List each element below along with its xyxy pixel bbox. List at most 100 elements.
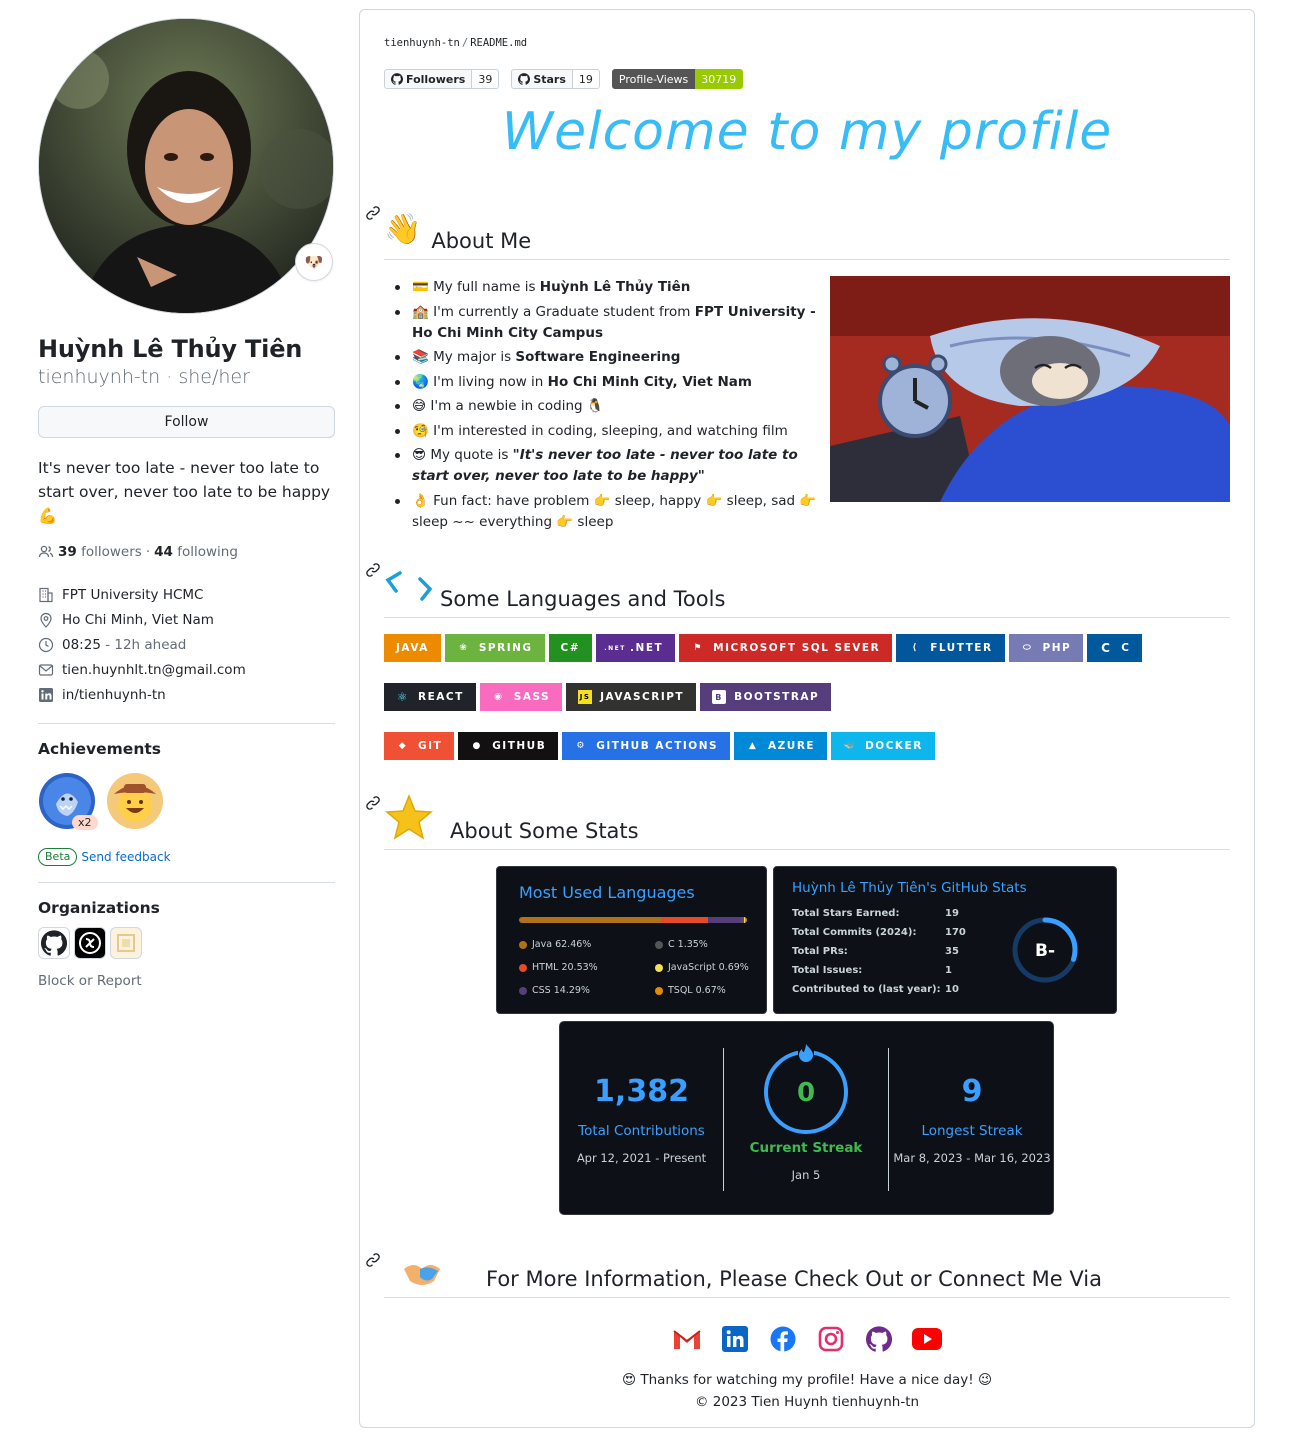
readme-card: tienhuynh-tn / README.md Followers 39 Star… [359, 9, 1255, 1428]
status-emoji[interactable]: 🐶 [295, 243, 333, 281]
achievement-cowboy-badge[interactable] [106, 772, 164, 830]
link-icon[interactable] [365, 795, 381, 811]
following-link[interactable]: 44 following [154, 544, 238, 560]
thanks-message: 😍 Thanks for watching my profile! Have a… [621, 1372, 993, 1388]
badge-flutter: ⟨ FLUTTER [896, 634, 1005, 662]
org-github-avatar[interactable] [38, 927, 70, 959]
tech-badges-row-1: JAVA ❀ SPRING C# .NET .NET ⚑ MICROSOFT SQL … [384, 634, 1143, 662]
list-item: 😎 My quote is "It's never too late - nev… [384, 445, 829, 487]
tech-badges-row-3: ◆ GIT ● GITHUB ⚙ GITHUB ACTIONS ▲ AZURE 🐳 DOC… [384, 732, 935, 760]
badge-git: ◆ GIT [384, 732, 455, 760]
list-item: 👌 Fun fact: have problem 👉 sleep, happy … [384, 491, 829, 533]
mail-icon [38, 663, 54, 676]
github-stats-card: Huỳnh Lê Thủy Tiên's GitHub Stats Total … [773, 866, 1117, 1014]
readme-path: tienhuynh-tn / README.md [384, 37, 528, 49]
list-item: 😅 I'm a newbie in coding 🐧 [384, 396, 829, 417]
badge-azure: ▲ AZURE [734, 732, 828, 760]
linkedin-icon[interactable] [717, 1324, 753, 1354]
profile-bio: It's never too late - never too late to … [38, 459, 331, 525]
organization-list [38, 927, 335, 959]
block-report-link[interactable]: Block or Report [38, 973, 335, 989]
email-item[interactable]: tien.huynhlt.tn@gmail.com [38, 657, 335, 682]
github-actions-icon: ⚙ [576, 741, 586, 751]
about-me-heading: 👋 About Me [384, 200, 1230, 260]
language-entry: JavaScript 0.69% [655, 962, 749, 973]
org-dotnet-avatar[interactable] [74, 927, 106, 959]
language-entry: CSS 14.29% [519, 985, 590, 996]
sidebar-divider-2 [38, 882, 335, 883]
linkedin-link[interactable]: in/tienhuynh-tn [62, 687, 166, 703]
instagram-icon[interactable] [813, 1324, 849, 1354]
gmail-icon[interactable] [669, 1324, 705, 1354]
github-icon [518, 73, 531, 85]
stat-row: Total Commits (2024): 170 [792, 927, 966, 938]
followers-link[interactable]: 39 followers [58, 544, 142, 560]
email-link[interactable]: tien.huynhlt.tn@gmail.com [62, 662, 246, 678]
about-list: 💳 My full name is Huỳnh Lê Thủy Tiên 🏫 I… [384, 277, 829, 536]
stars-shield[interactable]: Stars 19 [511, 69, 600, 89]
github-icon[interactable] [861, 1324, 897, 1354]
achievement-multiplier: x2 [72, 815, 98, 830]
badge-github: ● GITHUB [458, 732, 559, 760]
flutter-icon: ⟨ [912, 643, 918, 653]
avatar[interactable] [38, 18, 334, 314]
beta-label: Beta [38, 848, 78, 866]
followers-shield[interactable]: Followers 39 [384, 69, 500, 89]
profile-sidebar: 🐶 Huỳnh Lê Thủy Tiên tienhuynh-tn · she/… [38, 18, 335, 989]
youtube-icon[interactable] [909, 1324, 945, 1354]
avatar-container: 🐶 [38, 18, 334, 314]
copyright: © 2023 Tien Huynh tienhuynh-tn [694, 1394, 920, 1410]
profile-details: FPT University HCMC Ho Chi Minh, Viet Na… [38, 582, 335, 707]
achievements-list: x2 [38, 772, 335, 836]
badge-bootstrap: B BOOTSTRAP [700, 683, 832, 711]
stat-row: Total PRs: 35 [792, 946, 959, 957]
badge-github-actions: ⚙ GITHUB ACTIONS [562, 732, 731, 760]
repo-link[interactable]: tienhuynh-tn [384, 37, 460, 49]
stat-row: Total Issues: 1 [792, 965, 952, 976]
badge-php: ⬭ PHP [1008, 634, 1084, 662]
link-icon[interactable] [365, 205, 381, 221]
shield-badges: Followers 39 Stars 19 Profile-Views 3071… [384, 69, 744, 89]
achievements-section: Achievements x2 Beta Send feedback [38, 740, 335, 866]
facebook-icon[interactable] [765, 1324, 801, 1354]
streak-card: 1,382 Total Contributions Apr 12, 2021 -… [559, 1021, 1054, 1215]
profile-views-shield[interactable]: Profile-Views 30719 [611, 69, 744, 89]
git-icon: ◆ [398, 741, 408, 751]
bootstrap-icon: B [712, 690, 727, 704]
clock-icon [38, 637, 54, 652]
send-feedback-link[interactable]: Send feedback [81, 850, 170, 864]
link-icon[interactable] [365, 562, 381, 578]
local-time-item: 08:25 - 12h ahead [38, 632, 335, 657]
badge-react: ⚛ REACT [384, 683, 476, 711]
badge-java: JAVA [384, 634, 441, 662]
welcome-banner: Welcome to my profile [501, 102, 1113, 162]
react-icon: ⚛ [396, 690, 410, 704]
badge-c: CC [1087, 634, 1143, 662]
username: tienhuynh-tn [38, 366, 161, 388]
code-brackets-icon [385, 571, 433, 601]
current-streak: 0 Current Streak Jan 5 [724, 1022, 888, 1214]
rank-label: B- [1035, 941, 1055, 961]
docker-icon: 🐳 [843, 741, 857, 751]
organizations-heading: Organizations [38, 899, 160, 917]
follow-button[interactable]: Follow [38, 406, 335, 438]
stat-row: Contributed to (last year): 10 [792, 984, 959, 995]
language-entry: Java 62.46% [519, 939, 591, 950]
handshake-icon [404, 1265, 440, 1285]
dotnet-icon: .NET [604, 644, 626, 652]
php-icon: ⬭ [1022, 643, 1033, 653]
list-item: 🌏 I'm living now in Ho Chi Minh City, Vi… [384, 372, 829, 393]
link-icon[interactable] [365, 1252, 381, 1268]
profile-handle: tienhuynh-tn · she/her [38, 366, 250, 388]
azure-icon: ▲ [748, 741, 758, 751]
organization-item: FPT University HCMC [38, 582, 335, 607]
linkedin-item[interactable]: in/tienhuynh-tn [38, 682, 335, 707]
achievements-heading: Achievements [38, 740, 161, 758]
language-bar-segment [661, 917, 709, 923]
badge-docker: 🐳 DOCKER [831, 732, 935, 760]
achievement-shark-badge[interactable]: x2 [38, 772, 98, 830]
language-bar-segment [519, 917, 662, 923]
languages-progress-bar [519, 917, 747, 923]
sleeping-cat-image [830, 276, 1230, 502]
org-pixel-avatar[interactable] [110, 927, 142, 959]
